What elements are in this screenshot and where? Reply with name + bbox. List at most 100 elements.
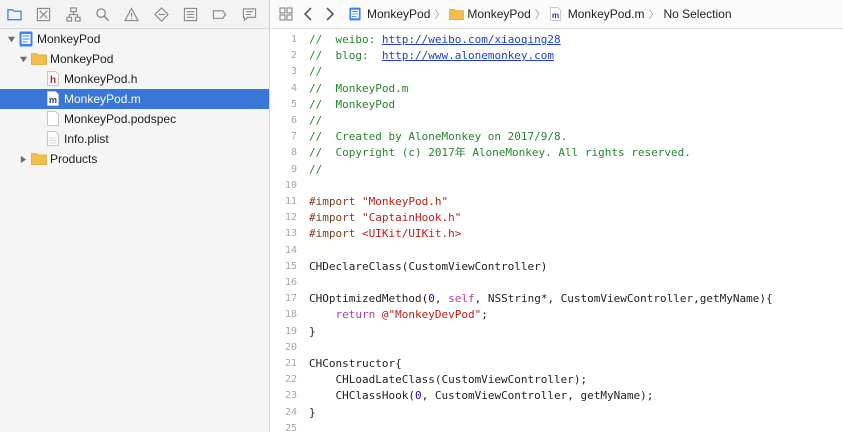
search-icon[interactable] xyxy=(93,4,112,24)
tree-row-file[interactable]: MonkeyPod.podspec xyxy=(0,109,269,129)
code-line[interactable]: 13 #import <UIKit/UIKit.h> xyxy=(271,226,843,242)
warning-icon[interactable] xyxy=(122,4,141,24)
code-token: // xyxy=(309,162,323,176)
code-line[interactable]: 25 xyxy=(271,421,843,432)
line-number: 2 xyxy=(290,50,297,62)
tree-row-file[interactable]: Info.plist xyxy=(0,129,269,149)
tree-row-file[interactable]: h MonkeyPod.h xyxy=(0,69,269,89)
code-token: 0 xyxy=(414,389,422,403)
disclosure-collapsed-icon[interactable] xyxy=(18,154,28,164)
related-items-grid-icon[interactable] xyxy=(279,7,293,21)
tree-row-label: MonkeyPod xyxy=(50,52,114,66)
code-line[interactable]: 22 CHLoadLateClass(CustomViewController)… xyxy=(271,372,843,388)
code-line[interactable]: 21 CHConstructor{ xyxy=(271,356,843,372)
tree-row-label: Products xyxy=(50,152,98,166)
code-line[interactable]: 2 // blog: http://www.alonemonkey.com xyxy=(271,48,843,64)
project-file-icon xyxy=(349,7,363,21)
test-diamond-icon[interactable] xyxy=(152,4,171,24)
back-arrow-icon[interactable] xyxy=(303,7,313,21)
code-line[interactable]: 16 xyxy=(271,275,843,291)
code-line[interactable]: 9 // xyxy=(271,162,843,178)
code-line[interactable]: 12 #import "CaptainHook.h" xyxy=(271,210,843,226)
line-number: 1 xyxy=(290,34,297,45)
tree-row-label: MonkeyPod.m xyxy=(64,92,141,106)
line-number: 16 xyxy=(284,277,297,288)
line-number: 18 xyxy=(284,309,297,321)
line-number: 22 xyxy=(284,374,297,386)
tree-row-folder[interactable]: Products xyxy=(0,149,269,169)
line-number: 15 xyxy=(284,260,297,272)
debug-list-icon[interactable] xyxy=(181,4,200,24)
implementation-file-icon: m xyxy=(47,91,59,106)
code-line[interactable]: 1 // weibo: http://weibo.com/xiaoqing28 xyxy=(271,32,843,48)
code-text: CHConstructor{ xyxy=(309,356,402,372)
code-token: self xyxy=(448,292,475,306)
code-token: #import xyxy=(309,227,362,241)
code-text: // blog: http://www.alonemonkey.com xyxy=(309,48,554,64)
code-line[interactable]: 10 xyxy=(271,178,843,194)
x-box-icon[interactable] xyxy=(34,4,53,24)
code-token: // xyxy=(309,65,323,79)
code-line[interactable]: 3 // xyxy=(271,64,843,80)
line-number: 20 xyxy=(284,341,297,353)
code-token: CHLoadLateClass(CustomViewController); xyxy=(309,373,588,387)
hierarchy-icon[interactable] xyxy=(64,4,83,24)
line-number: 25 xyxy=(284,422,297,432)
code-text: // MonkeyPod.m xyxy=(309,81,408,97)
implementation-file-icon: m xyxy=(549,7,564,21)
code-line[interactable]: 19} xyxy=(271,324,843,340)
code-token: // Copyright (c) 2017年 AloneMonkey. All … xyxy=(309,146,691,160)
code-token: 0 xyxy=(428,292,435,306)
breadcrumb-project[interactable]: MonkeyPod xyxy=(349,7,430,21)
tree-row-project[interactable]: MonkeyPod xyxy=(0,29,269,49)
folder-icon[interactable] xyxy=(5,4,24,24)
code-token: http://weibo.com/xiaoqing28 xyxy=(381,33,561,46)
code-text: } xyxy=(309,405,316,421)
line-number: 10 xyxy=(284,179,297,191)
line-number: 8 xyxy=(290,147,297,159)
forward-arrow-icon[interactable] xyxy=(325,7,335,21)
code-text: CHLoadLateClass(CustomViewController); xyxy=(309,372,587,388)
project-navigator: MonkeyPod MonkeyPod h MonkeyPod.h m Monk… xyxy=(0,0,270,432)
breadcrumb-file[interactable]: m MonkeyPod.m xyxy=(549,7,644,21)
code-text: // Copyright (c) 2017年 AloneMonkey. All … xyxy=(309,145,691,161)
code-line[interactable]: 20 xyxy=(271,340,843,356)
code-line[interactable]: 18 return @"MonkeyDevPod"; xyxy=(271,307,843,323)
code-line[interactable]: 4 // MonkeyPod.m xyxy=(271,81,843,97)
code-token: // Created by AloneMonkey on 2017/9/8. xyxy=(309,130,568,144)
svg-text:m: m xyxy=(552,11,559,20)
tree-row-label: MonkeyPod.podspec xyxy=(64,112,177,126)
code-line[interactable]: 23 CHClassHook(0, CustomViewController, … xyxy=(271,388,843,404)
code-text: // MonkeyPod xyxy=(309,97,395,113)
code-token: #import xyxy=(309,211,362,225)
file-tree: MonkeyPod MonkeyPod h MonkeyPod.h m Monk… xyxy=(0,29,269,169)
code-line[interactable]: 7 // Created by AloneMonkey on 2017/9/8. xyxy=(271,129,843,145)
breadcrumb-folder[interactable]: MonkeyPod xyxy=(449,7,531,21)
line-number: 17 xyxy=(284,293,297,305)
header-file-icon: h xyxy=(47,71,59,86)
line-number: 3 xyxy=(290,66,297,78)
tree-row-folder[interactable]: MonkeyPod xyxy=(0,49,269,69)
folder-icon xyxy=(449,7,465,21)
tree-row-file-selected[interactable]: m MonkeyPod.m xyxy=(0,89,269,109)
code-line[interactable]: 17 CHOptimizedMethod(0, self, NSString*, … xyxy=(271,291,843,307)
breakpoint-icon[interactable] xyxy=(210,4,229,24)
disclosure-expanded-icon[interactable] xyxy=(18,54,28,64)
code-token: CHOptimizedMethod( xyxy=(309,292,429,306)
code-token: , xyxy=(434,292,449,306)
line-number: 19 xyxy=(284,325,297,337)
disclosure-expanded-icon[interactable] xyxy=(6,34,16,44)
report-icon[interactable] xyxy=(240,4,259,24)
code-token: CHClassHook( xyxy=(309,389,415,403)
breadcrumb-symbol[interactable]: No Selection xyxy=(663,7,731,21)
code-token: // xyxy=(309,114,323,127)
code-line[interactable]: 24} xyxy=(271,405,843,421)
code-line[interactable]: 8 // Copyright (c) 2017年 AloneMonkey. All… xyxy=(271,145,843,161)
code-line[interactable]: 15 CHDeclareClass(CustomViewController) xyxy=(271,259,843,275)
code-line[interactable]: 6 // xyxy=(271,113,843,129)
code-text: } xyxy=(309,324,316,340)
code-line[interactable]: 14 xyxy=(271,243,843,259)
code-line[interactable]: 5 // MonkeyPod xyxy=(271,97,843,113)
code-token: ; xyxy=(481,308,488,322)
code-line[interactable]: 11 #import "MonkeyPod.h" xyxy=(271,194,843,210)
